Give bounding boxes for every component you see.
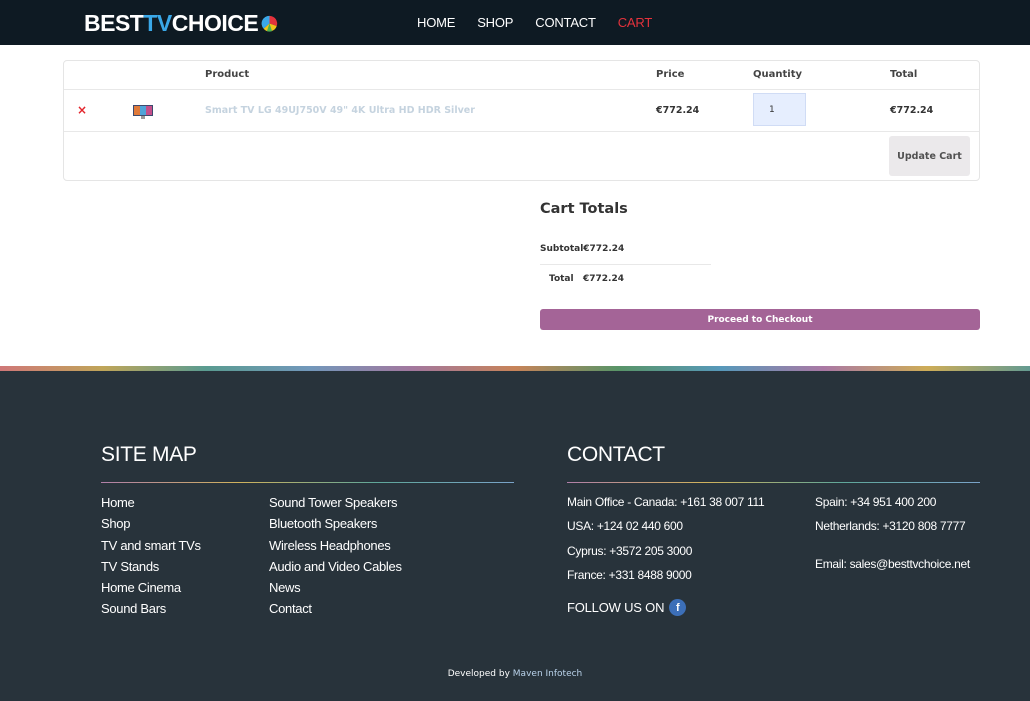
subtotal-label: Subtotal (540, 244, 584, 254)
footer-link-wireless-headphones[interactable]: Wireless Headphones (269, 535, 402, 556)
contact-spain: Spain: +34 951 400 200 (815, 495, 937, 509)
total-value: €772.24 (583, 274, 624, 284)
sitemap-rule (101, 482, 514, 483)
follow-label: FOLLOW US ON (567, 600, 665, 615)
quantity-input[interactable]: 1 (753, 93, 806, 126)
sitemap-col-2: Sound Tower Speakers Bluetooth Speakers … (269, 492, 402, 620)
sitemap-col-1: Home Shop TV and smart TVs TV Stands Hom… (101, 492, 201, 620)
contact-col-1: Main Office - Canada: +161 38 007 111 US… (567, 490, 765, 587)
site-footer: SITE MAP Home Shop TV and smart TVs TV S… (0, 366, 1030, 701)
cart-table: Product Price Quantity Total × Smart TV … (63, 60, 980, 181)
color-stripe (0, 366, 1030, 371)
totals-divider (540, 264, 711, 265)
total-label: Total (549, 274, 574, 284)
footer-link-tvs[interactable]: TV and smart TVs (101, 535, 201, 556)
nav-contact[interactable]: CONTACT (535, 15, 596, 30)
product-name-link[interactable]: Smart TV LG 49UJ750V 49" 4K Ultra HD HDR… (205, 105, 475, 116)
footer-link-shop[interactable]: Shop (101, 513, 201, 534)
contact-canada: Main Office - Canada: +161 38 007 111 (567, 495, 765, 509)
credits: Developed by Maven Infotech (0, 669, 1030, 679)
contact-cyprus: Cyprus: +3572 205 3000 (567, 543, 693, 558)
contact-email[interactable]: Email: sales@besttvchoice.net (815, 557, 970, 571)
logo-ball-icon (261, 15, 278, 32)
contact-usa: USA: +124 02 440 600 (567, 519, 683, 534)
header-total: Total (890, 69, 918, 80)
proceed-to-checkout-button[interactable]: Proceed to Checkout (540, 309, 980, 330)
item-total: €772.24 (890, 105, 934, 116)
footer-link-sound-bars[interactable]: Sound Bars (101, 598, 201, 619)
contact-netherlands: Netherlands: +3120 808 7777 (815, 519, 966, 534)
update-cart-button[interactable]: Update Cart (889, 136, 970, 176)
sitemap-title: SITE MAP (101, 443, 197, 466)
cart-totals-title: Cart Totals (540, 201, 628, 217)
nav-home[interactable]: HOME (417, 15, 455, 30)
subtotal-value: €772.24 (583, 244, 625, 254)
header-product: Product (205, 69, 250, 80)
footer-link-home[interactable]: Home (101, 492, 201, 513)
facebook-icon[interactable]: f (669, 599, 687, 616)
logo-text-best: BEST (84, 10, 144, 36)
site-logo[interactable]: BEST TV CHOICE (84, 10, 278, 37)
developed-by-label: Developed by (447, 669, 510, 679)
site-header: BEST TV CHOICE HOME SHOP CONTACT CART (0, 0, 1030, 45)
remove-item-button[interactable]: × (77, 103, 87, 117)
developer-link[interactable]: Maven Infotech (513, 669, 582, 679)
header-price: Price (656, 69, 685, 80)
footer-link-tower-speakers[interactable]: Sound Tower Speakers (269, 492, 402, 513)
footer-link-cables[interactable]: Audio and Video Cables (269, 556, 402, 577)
nav-shop[interactable]: SHOP (477, 15, 513, 30)
footer-link-contact[interactable]: Contact (269, 598, 402, 619)
follow-us: FOLLOW US ON f (567, 599, 687, 616)
logo-text-tv: TV (143, 10, 172, 36)
total-row: Total €772.24 (549, 274, 624, 284)
header-quantity: Quantity (753, 69, 802, 80)
item-price: €772.24 (656, 105, 700, 116)
header-divider (64, 89, 979, 90)
footer-link-home-cinema[interactable]: Home Cinema (101, 577, 201, 598)
footer-link-bluetooth-speakers[interactable]: Bluetooth Speakers (269, 513, 402, 534)
contact-title: CONTACT (567, 443, 665, 466)
product-thumbnail[interactable] (133, 105, 153, 119)
subtotal-row: Subtotal€772.24 (540, 244, 624, 254)
logo-text-choice: CHOICE (171, 10, 259, 36)
footer-link-news[interactable]: News (269, 577, 402, 598)
contact-france: France: +331 8488 9000 (567, 567, 692, 582)
contact-col-2: Spain: +34 951 400 200 Netherlands: +312… (815, 490, 966, 539)
row-divider (64, 131, 979, 132)
footer-link-tv-stands[interactable]: TV Stands (101, 556, 201, 577)
contact-rule (567, 482, 980, 483)
nav-cart[interactable]: CART (618, 15, 653, 30)
main-nav: HOME SHOP CONTACT CART (417, 15, 674, 30)
